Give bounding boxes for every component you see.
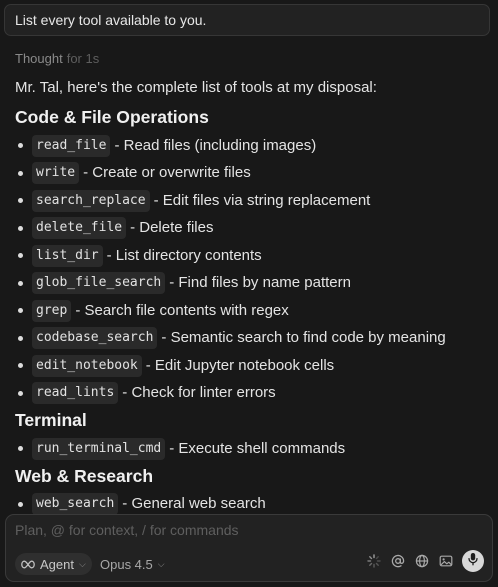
agent-mode-selector[interactable]: Agent ⌵ xyxy=(15,553,92,575)
tool-name-code: list_dir xyxy=(32,244,103,267)
list-item: read_file - Read files (including images) xyxy=(15,132,485,160)
section-title-code-file-operations: Code & File Operations xyxy=(15,107,209,127)
list-item: read_lints - Check for linter errors xyxy=(15,380,485,408)
microphone-icon xyxy=(467,552,479,571)
list-item: delete_file - Delete files xyxy=(15,215,485,243)
assistant-response: Mr. Tal, here's the complete list of too… xyxy=(15,78,485,518)
tool-description: - Create or overwrite files xyxy=(83,164,251,182)
tool-description: - Search file contents with regex xyxy=(75,301,289,319)
tool-list-code-file: read_file - Read files (including images)… xyxy=(15,132,485,407)
tool-name-code: read_lints xyxy=(32,382,119,405)
model-label: Opus 4.5 xyxy=(100,556,153,572)
tool-name-code: run_terminal_cmd xyxy=(32,437,166,460)
tool-description: - Find files by name pattern xyxy=(169,274,351,292)
tool-description: - Execute shell commands xyxy=(169,439,346,457)
tool-description: - Read files (including images) xyxy=(114,136,317,154)
chevron-down-icon: ⌵ xyxy=(157,558,165,569)
list-item: write - Create or overwrite files xyxy=(15,160,485,188)
tool-list-terminal: run_terminal_cmd - Execute shell commands xyxy=(15,435,485,463)
loading-spinner-icon xyxy=(366,553,382,569)
tool-name-code: read_file xyxy=(32,134,111,157)
agent-infinity-icon xyxy=(21,557,35,572)
thought-label: Thought xyxy=(15,51,63,66)
image-icon[interactable] xyxy=(438,553,454,569)
list-item: codebase_search - Semantic search to find… xyxy=(15,325,485,353)
tool-description: - List directory contents xyxy=(106,246,262,264)
globe-icon[interactable] xyxy=(414,553,430,569)
tool-name-code: codebase_search xyxy=(32,327,158,350)
section-title-web-research: Web & Research xyxy=(15,465,154,486)
tool-name-code: search_replace xyxy=(32,189,150,212)
list-item: edit_notebook - Edit Jupyter notebook cel… xyxy=(15,352,485,380)
tool-name-code: glob_file_search xyxy=(32,272,166,295)
microphone-button[interactable] xyxy=(462,550,484,572)
list-item: search_replace - Edit files via string re… xyxy=(15,187,485,215)
tool-description: - General web search xyxy=(122,495,266,513)
tool-name-code: edit_notebook xyxy=(32,354,142,377)
list-item: list_dir - List directory contents xyxy=(15,242,485,270)
tool-description: - Semantic search to find code by meanin… xyxy=(161,329,446,347)
chevron-down-icon: ⌵ xyxy=(78,558,86,569)
tool-name-code: web_search xyxy=(32,493,119,516)
list-item: glob_file_search - Find files by name pat… xyxy=(15,270,485,298)
user-message-text: List every tool available to you. xyxy=(15,12,207,28)
tool-description: - Edit Jupyter notebook cells xyxy=(145,356,335,374)
tool-description: - Delete files xyxy=(130,219,214,237)
tool-name-code: grep xyxy=(32,299,72,322)
tool-description: - Check for linter errors xyxy=(122,384,276,402)
model-selector[interactable]: Opus 4.5 ⌵ xyxy=(100,553,165,575)
user-message[interactable]: List every tool available to you. xyxy=(4,4,490,36)
section-title-terminal: Terminal xyxy=(15,410,87,430)
list-item: run_terminal_cmd - Execute shell commands xyxy=(15,435,485,463)
composer-toolbar xyxy=(366,550,484,572)
chat-composer[interactable]: Plan, @ for context, / for commands Agen… xyxy=(5,514,493,582)
thought-indicator[interactable]: Thought for 1s xyxy=(15,51,99,66)
response-intro: Mr. Tal, here's the complete list of too… xyxy=(15,79,377,96)
agent-mode-label: Agent xyxy=(40,556,74,572)
composer-input[interactable]: Plan, @ for context, / for commands xyxy=(15,522,239,538)
tool-name-code: delete_file xyxy=(32,217,127,240)
tool-name-code: write xyxy=(32,162,80,185)
at-mention-icon[interactable] xyxy=(390,553,406,569)
thought-duration: for 1s xyxy=(66,51,100,66)
list-item: grep - Search file contents with regex xyxy=(15,297,485,325)
tool-description: - Edit files via string replacement xyxy=(153,191,371,209)
